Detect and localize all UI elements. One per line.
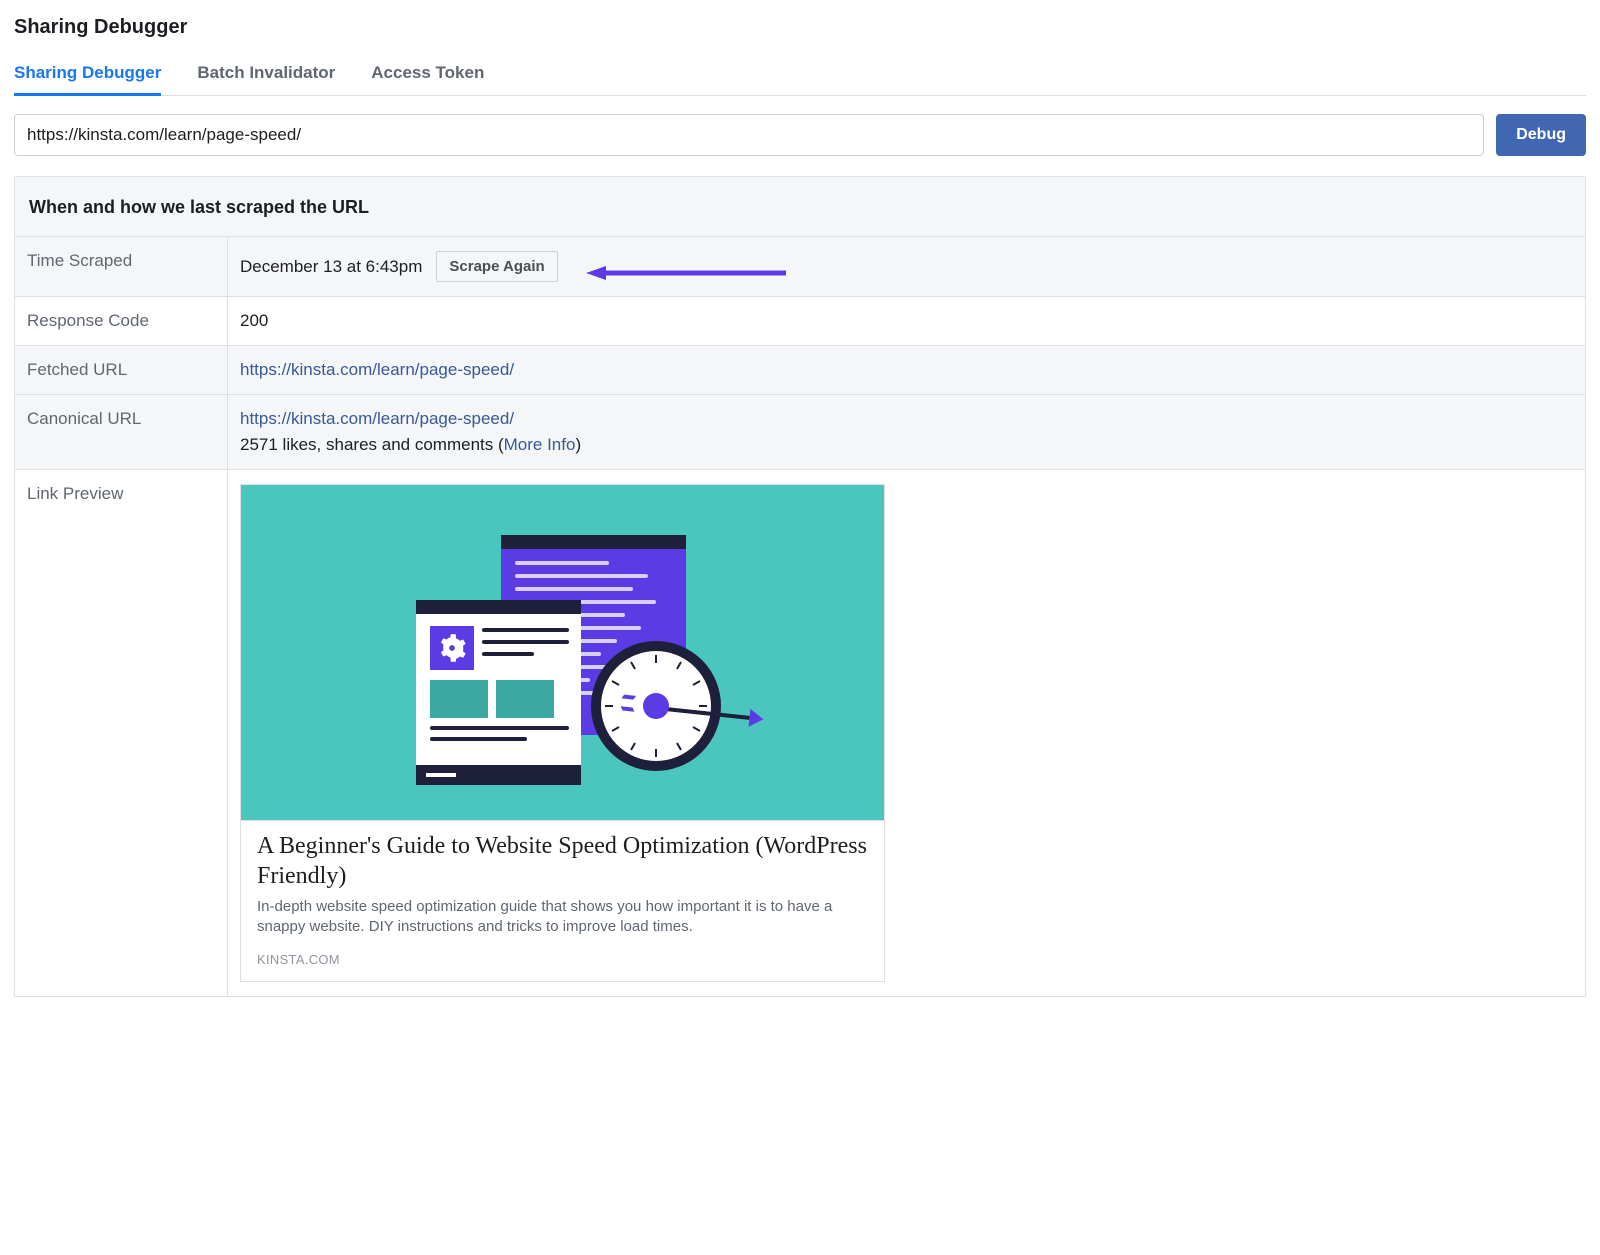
tab-batch-invalidator[interactable]: Batch Invalidator: [197, 53, 335, 95]
preview-description: In-depth website speed optimization guid…: [257, 897, 868, 938]
page-title: Sharing Debugger: [14, 10, 1586, 53]
label-response-code: Response Code: [15, 297, 228, 345]
preview-title: A Beginner's Guide to Website Speed Opti…: [257, 831, 868, 891]
row-link-preview: Link Preview: [15, 470, 1585, 996]
panel-header: When and how we last scraped the URL: [15, 177, 1585, 237]
value-fetched-url[interactable]: https://kinsta.com/learn/page-speed/: [240, 360, 1573, 380]
value-response-code: 200: [240, 311, 1573, 331]
row-canonical-url: Canonical URL https://kinsta.com/learn/p…: [15, 395, 1585, 470]
row-time-scraped: Time Scraped December 13 at 6:43pm Scrap…: [15, 237, 1585, 297]
more-info-link[interactable]: More Info: [504, 435, 576, 454]
canonical-stats: 2571 likes, shares and comments (More In…: [240, 435, 1573, 455]
preview-image: [241, 485, 884, 821]
value-canonical-url[interactable]: https://kinsta.com/learn/page-speed/: [240, 409, 1573, 429]
browser-window-icon: [416, 600, 581, 785]
speedometer-icon: [591, 641, 721, 771]
url-row: Debug: [14, 96, 1586, 176]
stats-suffix: ): [575, 435, 581, 454]
tab-access-token[interactable]: Access Token: [371, 53, 484, 95]
row-response-code: Response Code 200: [15, 297, 1585, 346]
stats-prefix: 2571 likes, shares and comments (: [240, 435, 504, 454]
row-fetched-url: Fetched URL https://kinsta.com/learn/pag…: [15, 346, 1585, 395]
label-fetched-url: Fetched URL: [15, 346, 228, 394]
link-preview-card[interactable]: A Beginner's Guide to Website Speed Opti…: [240, 484, 885, 982]
tab-sharing-debugger[interactable]: Sharing Debugger: [14, 53, 161, 95]
scrape-panel: When and how we last scraped the URL Tim…: [14, 176, 1586, 997]
value-time-scraped: December 13 at 6:43pm: [240, 257, 422, 277]
scrape-again-button[interactable]: Scrape Again: [436, 251, 557, 282]
label-time-scraped: Time Scraped: [15, 237, 228, 296]
url-input[interactable]: [14, 114, 1484, 156]
tabs: Sharing Debugger Batch Invalidator Acces…: [14, 53, 1586, 96]
label-link-preview: Link Preview: [15, 470, 228, 996]
label-canonical-url: Canonical URL: [15, 395, 228, 469]
annotation-arrow-icon: [586, 264, 786, 270]
gear-icon: [430, 626, 474, 670]
preview-domain: KINSTA.COM: [257, 952, 868, 967]
debug-button[interactable]: Debug: [1496, 114, 1586, 156]
